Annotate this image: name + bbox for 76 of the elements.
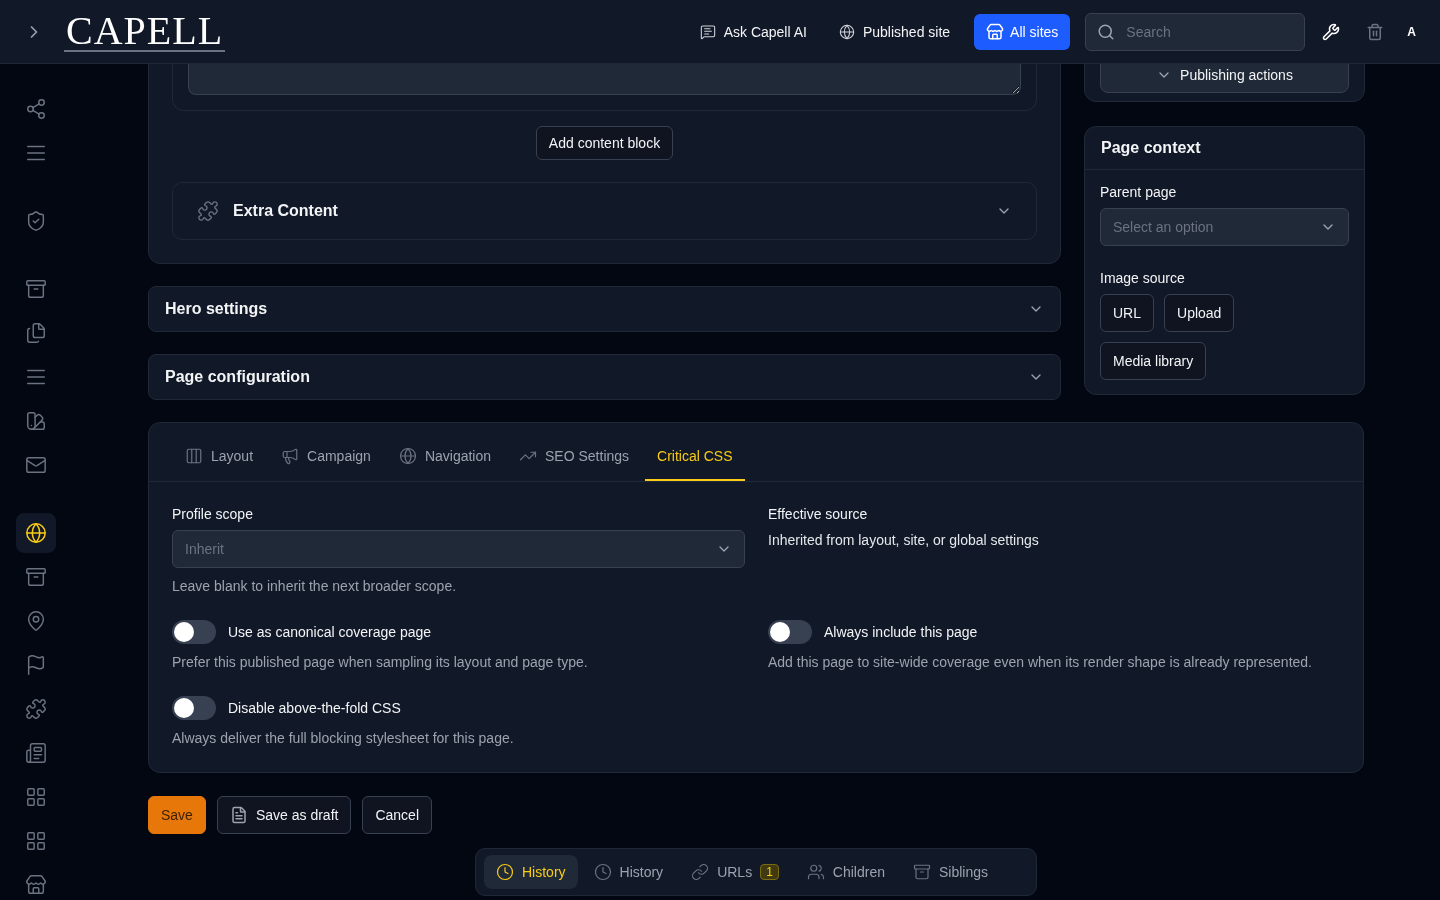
users-icon xyxy=(806,863,825,881)
toggle-switch[interactable] xyxy=(172,696,216,720)
card-title: Page context xyxy=(1085,127,1364,170)
mail-icon xyxy=(25,454,47,476)
archive-icon xyxy=(25,566,47,588)
image-source-button[interactable]: Upload xyxy=(1164,294,1235,332)
tab[interactable]: Children xyxy=(794,855,897,889)
clock-icon xyxy=(593,863,612,881)
swatch-icon xyxy=(25,410,47,432)
save-button[interactable]: Save xyxy=(148,796,206,834)
map-pin-icon xyxy=(25,610,47,632)
field-label: Parent page xyxy=(1100,184,1178,200)
save-draft-button[interactable]: Save as draft xyxy=(216,796,352,834)
toggle-hint: Always deliver the full blocking stylesheet for this page. xyxy=(172,729,515,748)
tab[interactable]: Siblings xyxy=(900,855,1000,889)
document-icon xyxy=(229,806,248,824)
section-header[interactable]: Hero settings xyxy=(148,286,1061,332)
store-icon xyxy=(25,874,47,896)
field-label: Effective source xyxy=(768,506,869,522)
toggle-label: Always include this page xyxy=(824,624,978,640)
avatar[interactable]: A xyxy=(1407,24,1416,39)
cancel-button[interactable]: Cancel xyxy=(362,796,432,834)
search-icon xyxy=(1097,22,1116,41)
image-source-button[interactable]: Media library xyxy=(1100,342,1207,380)
toggle-switch[interactable] xyxy=(172,620,216,644)
trash-icon xyxy=(1366,22,1385,41)
puzzle-icon xyxy=(25,698,47,720)
tab[interactable]: URLs 1 xyxy=(679,855,791,889)
tab[interactable]: Campaign xyxy=(269,433,383,481)
wrench-icon xyxy=(1322,22,1341,41)
tab[interactable]: History xyxy=(484,855,578,889)
section-header[interactable]: Page configuration xyxy=(148,354,1061,400)
header-link[interactable]: Ask Capell AI xyxy=(687,15,819,48)
store-icon xyxy=(986,22,1005,41)
tab[interactable]: Navigation xyxy=(386,433,504,481)
header-link[interactable]: Published site xyxy=(826,15,963,48)
field-hint: Leave blank to inherit the next broader scope. xyxy=(172,577,458,596)
megaphone-icon xyxy=(281,447,300,465)
sidebar-item[interactable] xyxy=(16,513,56,553)
puzzle-icon xyxy=(197,200,219,222)
count-badge: 1 xyxy=(760,864,779,880)
add-content-block-button[interactable]: Add content block xyxy=(535,126,674,160)
archive-icon xyxy=(25,278,47,300)
globe-icon xyxy=(838,23,855,40)
image-source-button[interactable]: URL xyxy=(1100,294,1154,332)
newspaper-icon xyxy=(25,742,47,764)
toggle-hint: Prefer this published page when sampling its layout and page type. xyxy=(172,653,589,672)
tab[interactable]: Layout xyxy=(173,433,266,481)
chat-icon xyxy=(699,23,716,40)
tab[interactable]: History xyxy=(581,855,676,889)
field-value: Inherited from layout, site, or global settings xyxy=(768,531,1040,550)
clock-icon xyxy=(496,863,514,881)
toggle-label: Disable above-the-fold CSS xyxy=(228,700,401,716)
columns-icon xyxy=(185,447,203,465)
publishing-actions-button[interactable]: Publishing actions xyxy=(1100,64,1349,93)
tab[interactable]: Critical CSS xyxy=(645,433,745,481)
grid-icon xyxy=(25,786,47,808)
shield-check-icon xyxy=(25,210,47,232)
archive-icon xyxy=(912,863,931,881)
globe-icon xyxy=(25,522,47,544)
link-icon xyxy=(691,863,710,881)
toggle-hint: Add this page to site-wide coverage even when its render shape is already represented. xyxy=(768,653,1313,672)
logo[interactable]: CAPELL xyxy=(64,11,226,52)
files-icon xyxy=(25,322,47,344)
globe-icon xyxy=(398,447,417,465)
field-label: Profile scope xyxy=(172,506,254,522)
field-label: Image source xyxy=(1100,270,1186,286)
all-sites-button[interactable]: All sites xyxy=(974,13,1071,50)
toggle-switch[interactable] xyxy=(768,620,812,644)
share-icon xyxy=(25,98,47,120)
accordion-header[interactable]: Extra Content xyxy=(172,182,1037,240)
toggle-label: Use as canonical coverage page xyxy=(228,624,432,640)
tab[interactable]: SEO Settings xyxy=(507,433,642,481)
grid-icon xyxy=(25,830,47,852)
search-field[interactable]: Search xyxy=(1085,12,1306,51)
flag-icon xyxy=(25,654,47,676)
